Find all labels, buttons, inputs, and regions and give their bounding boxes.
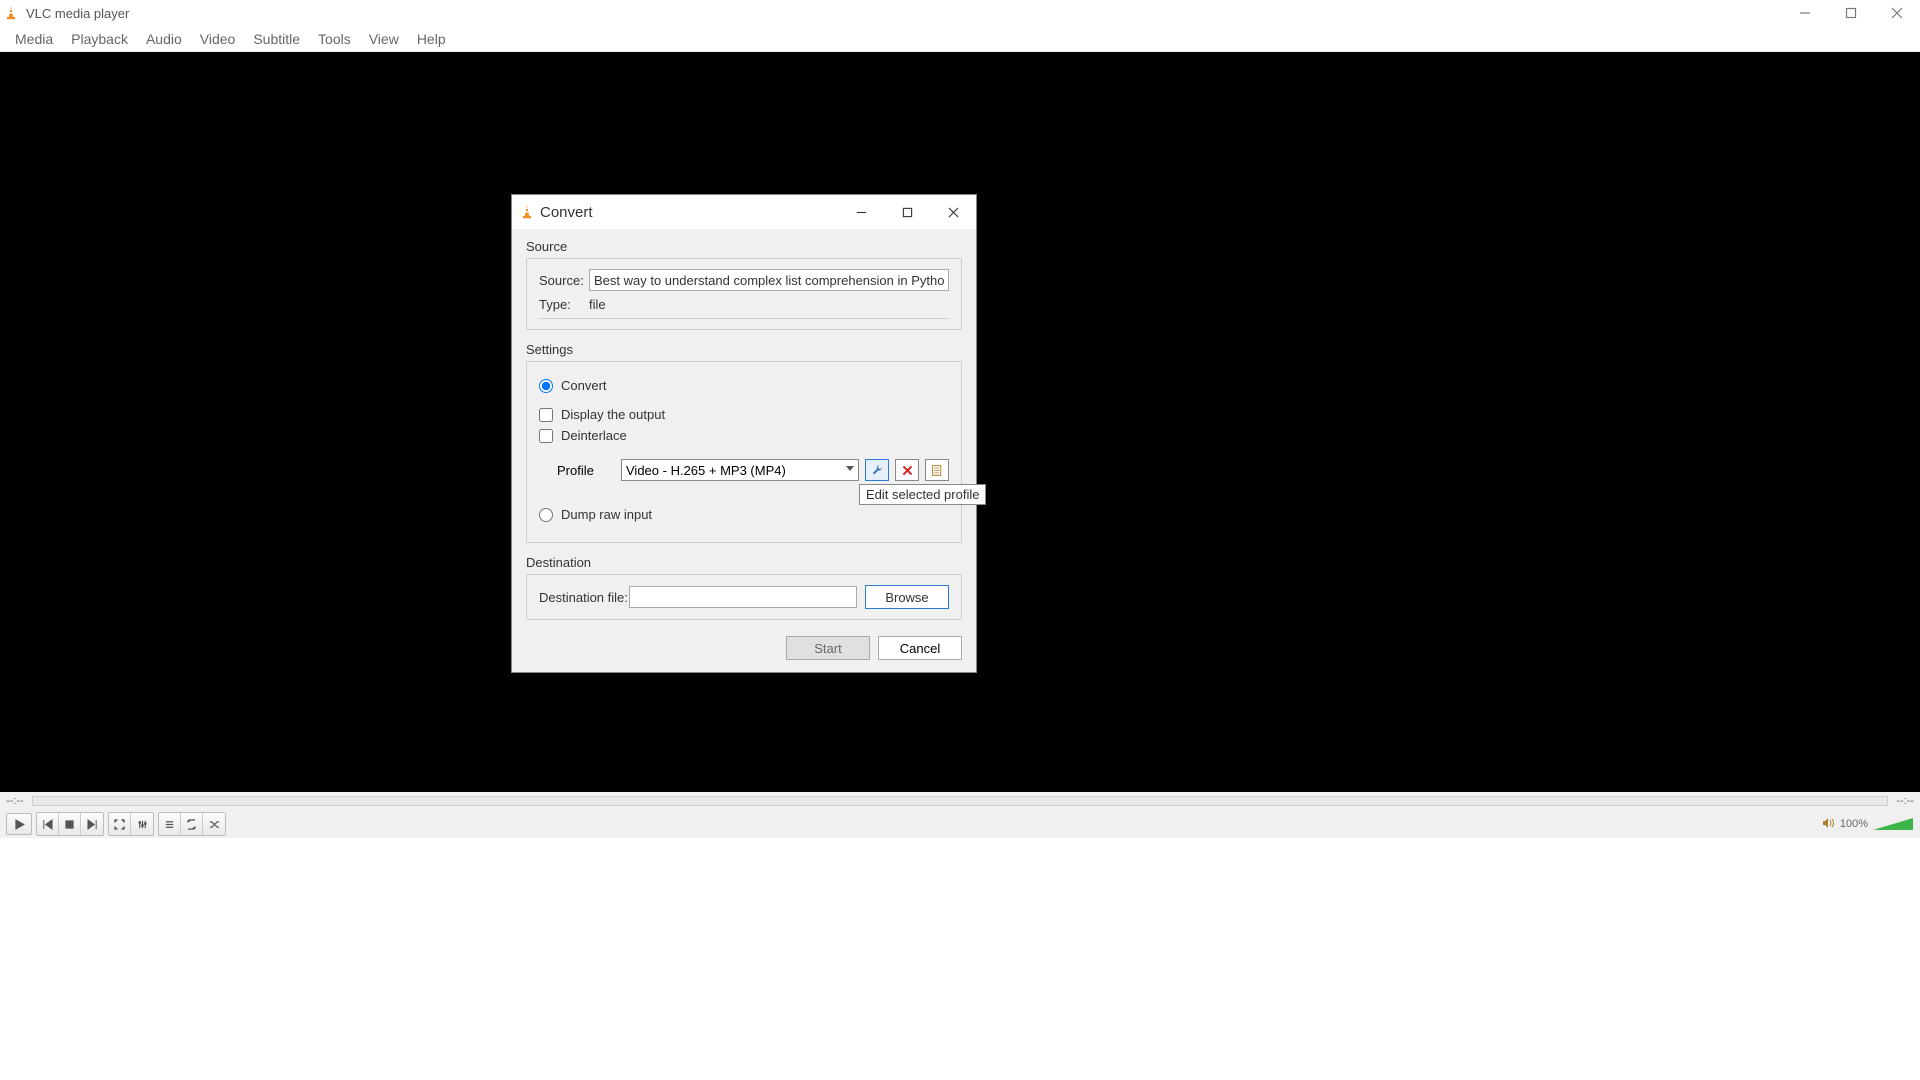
volume-percent: 100% bbox=[1840, 818, 1868, 830]
source-label: Source: bbox=[539, 273, 589, 288]
deinterlace-label: Deinterlace bbox=[561, 428, 627, 443]
dialog-maximize-button[interactable] bbox=[884, 195, 930, 229]
delete-profile-button[interactable] bbox=[895, 459, 919, 481]
type-label: Type: bbox=[539, 297, 589, 312]
display-output-checkbox[interactable] bbox=[539, 408, 553, 422]
destination-group-label: Destination bbox=[526, 555, 962, 570]
window-title: VLC media player bbox=[26, 6, 129, 21]
menu-video[interactable]: Video bbox=[191, 28, 245, 50]
next-button[interactable] bbox=[81, 813, 103, 835]
controls-bar: 100% bbox=[0, 810, 1920, 838]
dump-raw-radio[interactable] bbox=[539, 508, 553, 522]
dialog-close-button[interactable] bbox=[930, 195, 976, 229]
dialog-minimize-button[interactable] bbox=[838, 195, 884, 229]
menu-view[interactable]: View bbox=[360, 28, 408, 50]
wrench-icon bbox=[871, 464, 884, 477]
seek-slider[interactable] bbox=[32, 796, 1889, 806]
menu-subtitle[interactable]: Subtitle bbox=[244, 28, 309, 50]
playlist-button[interactable] bbox=[159, 813, 181, 835]
seek-bar-row: --:-- --:-- bbox=[0, 792, 1920, 810]
convert-radio-label: Convert bbox=[561, 378, 607, 393]
play-button[interactable] bbox=[6, 813, 32, 835]
new-profile-icon bbox=[931, 464, 944, 477]
shuffle-button[interactable] bbox=[203, 813, 225, 835]
destination-file-input[interactable] bbox=[629, 586, 857, 608]
source-input[interactable] bbox=[589, 269, 949, 291]
volume-slider[interactable] bbox=[1872, 816, 1914, 832]
source-group-label: Source bbox=[526, 239, 962, 254]
deinterlace-checkbox[interactable] bbox=[539, 429, 553, 443]
dialog-titlebar: Convert bbox=[512, 195, 976, 229]
window-minimize-button[interactable] bbox=[1782, 0, 1828, 26]
prev-button[interactable] bbox=[37, 813, 59, 835]
window-close-button[interactable] bbox=[1874, 0, 1920, 26]
display-output-label: Display the output bbox=[561, 407, 665, 422]
convert-radio[interactable] bbox=[539, 379, 553, 393]
vlc-cone-icon bbox=[520, 204, 534, 220]
fullscreen-button[interactable] bbox=[109, 813, 131, 835]
menu-tools[interactable]: Tools bbox=[309, 28, 360, 50]
chevron-down-icon bbox=[846, 466, 854, 471]
tooltip-edit-profile: Edit selected profile bbox=[859, 484, 986, 505]
total-time: --:-- bbox=[1896, 795, 1914, 807]
menubar: Media Playback Audio Video Subtitle Tool… bbox=[0, 26, 1920, 52]
window-maximize-button[interactable] bbox=[1828, 0, 1874, 26]
cancel-button[interactable]: Cancel bbox=[878, 636, 962, 660]
settings-group: Convert Display the output Deinterlace P… bbox=[526, 361, 962, 543]
speaker-icon[interactable] bbox=[1822, 817, 1836, 832]
profile-selected-value: Video - H.265 + MP3 (MP4) bbox=[626, 463, 786, 478]
settings-group-label: Settings bbox=[526, 342, 962, 357]
convert-dialog: Convert Source Source: Type: file bbox=[511, 194, 977, 673]
elapsed-time: --:-- bbox=[6, 795, 24, 807]
dialog-title: Convert bbox=[540, 204, 593, 221]
new-profile-button[interactable] bbox=[925, 459, 949, 481]
menu-audio[interactable]: Audio bbox=[137, 28, 191, 50]
loop-button[interactable] bbox=[181, 813, 203, 835]
menu-media[interactable]: Media bbox=[6, 28, 62, 50]
ext-settings-button[interactable] bbox=[131, 813, 153, 835]
dump-raw-label: Dump raw input bbox=[561, 507, 652, 522]
menu-playback[interactable]: Playback bbox=[62, 28, 137, 50]
titlebar: VLC media player bbox=[0, 0, 1920, 26]
x-icon bbox=[901, 464, 914, 477]
menu-help[interactable]: Help bbox=[408, 28, 455, 50]
stop-button[interactable] bbox=[59, 813, 81, 835]
destination-group: Destination file: Browse bbox=[526, 574, 962, 620]
profile-label: Profile bbox=[557, 463, 621, 478]
vlc-cone-icon bbox=[4, 5, 18, 21]
source-group: Source: Type: file bbox=[526, 258, 962, 330]
browse-button[interactable]: Browse bbox=[865, 585, 949, 609]
type-value: file bbox=[589, 297, 606, 312]
edit-profile-button[interactable] bbox=[865, 459, 889, 481]
start-button[interactable]: Start bbox=[786, 636, 870, 660]
profile-select[interactable]: Video - H.265 + MP3 (MP4) bbox=[621, 459, 859, 481]
destination-file-label: Destination file: bbox=[539, 590, 629, 605]
video-area: Convert Source Source: Type: file bbox=[0, 52, 1920, 792]
